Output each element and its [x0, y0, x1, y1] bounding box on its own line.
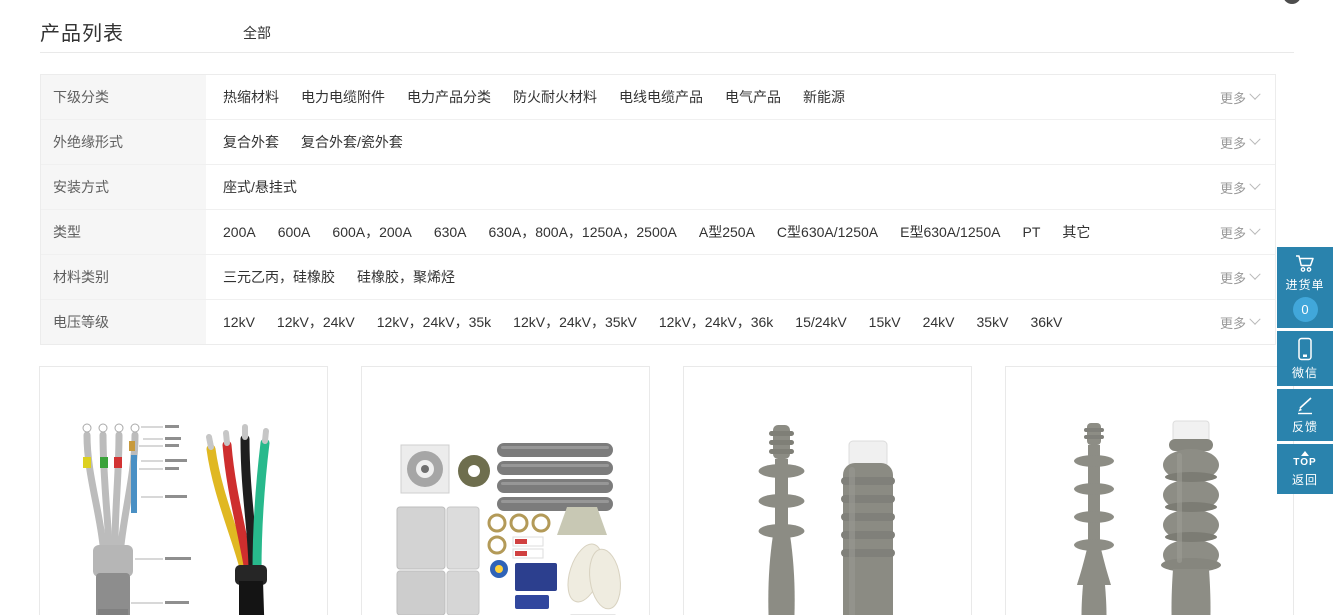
filter-row-mounting: 安装方式 座式/悬挂式 更多 [41, 165, 1275, 210]
top-arrow-icon [1301, 451, 1309, 456]
filter-options: 三元乙丙，硅橡胶 硅橡胶，聚烯烃 [206, 255, 1183, 299]
filter-options: 座式/悬挂式 [206, 165, 1183, 209]
product-card-4[interactable] [1005, 366, 1294, 615]
installation-kit-image [381, 413, 631, 615]
filter-option[interactable]: 电气产品 [725, 87, 781, 107]
filter-option[interactable]: 12kV [223, 314, 255, 330]
more-button[interactable]: 更多 [1183, 75, 1275, 119]
cold-shrink-termination-image [703, 413, 953, 615]
filter-option[interactable]: 630A，800A，1250A，2500A [489, 222, 677, 242]
filter-option[interactable]: 防火耐火材料 [513, 87, 597, 107]
filter-label: 电压等级 [41, 300, 206, 344]
floating-sidebar: 进货单 0 微信 反馈 TOP 返回 [1277, 247, 1333, 494]
more-label: 更多 [1220, 313, 1246, 332]
filter-option[interactable]: 硅橡胶，聚烯烃 [357, 267, 455, 287]
more-label: 更多 [1220, 268, 1246, 287]
filter-option[interactable]: 12kV，24kV，36k [659, 312, 773, 332]
filter-option[interactable]: C型630A/1250A [777, 222, 878, 242]
filter-option[interactable]: 630A [434, 224, 467, 240]
filter-label: 安装方式 [41, 165, 206, 209]
header-divider [40, 52, 1294, 53]
filter-option[interactable]: A型250A [699, 222, 755, 242]
filter-row-material: 材料类别 三元乙丙，硅橡胶 硅橡胶，聚烯烃 更多 [41, 255, 1275, 300]
more-button[interactable]: 更多 [1183, 120, 1275, 164]
cart-button[interactable]: 进货单 0 [1277, 247, 1333, 328]
more-label: 更多 [1220, 133, 1246, 152]
filter-options: 12kV 12kV，24kV 12kV，24kV，35k 12kV，24kV，35kV… [206, 300, 1183, 344]
filter-label: 下级分类 [41, 75, 206, 119]
filter-option[interactable]: 复合外套 [223, 132, 279, 152]
product-grid [39, 366, 1294, 615]
filter-option[interactable]: 复合外套/瓷外套 [301, 132, 403, 152]
filter-option[interactable]: PT [1023, 224, 1041, 240]
filter-label: 材料类别 [41, 255, 206, 299]
filter-row-insulation: 外绝缘形式 复合外套 复合外套/瓷外套 更多 [41, 120, 1275, 165]
filter-row-voltage: 电压等级 12kV 12kV，24kV 12kV，24kV，35k 12kV，24kV… [41, 300, 1275, 344]
more-button[interactable]: 更多 [1183, 255, 1275, 299]
pencil-icon [1295, 395, 1315, 415]
filter-option[interactable]: 其它 [1062, 222, 1090, 242]
chevron-down-icon [1249, 179, 1260, 190]
filter-option[interactable]: 12kV，24kV，35k [377, 312, 491, 332]
filter-option[interactable]: 36kV [1030, 314, 1062, 330]
more-label: 更多 [1220, 178, 1246, 197]
chevron-down-icon [1249, 224, 1260, 235]
filter-option[interactable]: 12kV，24kV [277, 312, 355, 332]
filter-panel: 下级分类 热缩材料 电力电缆附件 电力产品分类 防火耐火材料 电线电缆产品 电气产品 新能源… [40, 74, 1276, 345]
cable-termination-diagram-image [59, 413, 309, 615]
filter-option[interactable]: 电线电缆产品 [619, 87, 703, 107]
filter-option[interactable]: 15/24kV [795, 314, 846, 330]
cold-shrink-termination-b-image [1025, 413, 1275, 615]
more-button[interactable]: 更多 [1183, 210, 1275, 254]
phone-icon [1295, 337, 1315, 361]
more-label: 更多 [1220, 88, 1246, 107]
back-top-button[interactable]: TOP 返回 [1277, 444, 1333, 494]
cart-icon [1294, 254, 1316, 273]
filter-row-type: 类型 200A 600A 600A，200A 630A 630A，800A，1250A，… [41, 210, 1275, 255]
filter-option[interactable]: 座式/悬挂式 [223, 177, 297, 197]
more-label: 更多 [1220, 223, 1246, 242]
wechat-label: 微信 [1292, 364, 1318, 381]
selected-category-tag[interactable]: 全部 [243, 23, 271, 43]
more-button[interactable]: 更多 [1183, 165, 1275, 209]
chevron-down-icon [1249, 89, 1260, 100]
filter-option[interactable]: 三元乙丙，硅橡胶 [223, 267, 335, 287]
filter-option[interactable]: 新能源 [803, 87, 845, 107]
product-card-1[interactable] [39, 366, 328, 615]
top-label: TOP [1293, 457, 1316, 468]
filter-option[interactable]: 600A [278, 224, 311, 240]
filter-option[interactable]: 600A，200A [332, 222, 411, 242]
avatar[interactable] [1283, 0, 1301, 4]
filter-option[interactable]: 电力电缆附件 [301, 87, 385, 107]
filter-option[interactable]: 200A [223, 224, 256, 240]
filter-row-subcategory: 下级分类 热缩材料 电力电缆附件 电力产品分类 防火耐火材料 电线电缆产品 电气产品 新能源… [41, 75, 1275, 120]
back-label: 返回 [1292, 471, 1318, 488]
filter-option[interactable]: 热缩材料 [223, 87, 279, 107]
filter-option[interactable]: 电力产品分类 [407, 87, 491, 107]
product-list-page: 产品列表 全部 下级分类 热缩材料 电力电缆附件 电力产品分类 防火耐火材料 电线电缆产… [0, 0, 1333, 615]
filter-option[interactable]: E型630A/1250A [900, 222, 1000, 242]
product-card-3[interactable] [683, 366, 972, 615]
more-button[interactable]: 更多 [1183, 300, 1275, 344]
filter-label: 类型 [41, 210, 206, 254]
chevron-down-icon [1249, 134, 1260, 145]
wechat-button[interactable]: 微信 [1277, 331, 1333, 386]
feedback-button[interactable]: 反馈 [1277, 389, 1333, 441]
product-card-2[interactable] [361, 366, 650, 615]
cart-label: 进货单 [1285, 276, 1324, 293]
filter-options: 200A 600A 600A，200A 630A 630A，800A，1250A，250… [206, 210, 1183, 254]
filter-option[interactable]: 15kV [869, 314, 901, 330]
filter-option[interactable]: 35kV [977, 314, 1009, 330]
cart-count-badge: 0 [1293, 297, 1318, 322]
page-title: 产品列表 [40, 17, 124, 46]
filter-options: 热缩材料 电力电缆附件 电力产品分类 防火耐火材料 电线电缆产品 电气产品 新能源 [206, 75, 1183, 119]
chevron-down-icon [1249, 269, 1260, 280]
filter-options: 复合外套 复合外套/瓷外套 [206, 120, 1183, 164]
feedback-label: 反馈 [1292, 418, 1318, 435]
chevron-down-icon [1249, 314, 1260, 325]
filter-label: 外绝缘形式 [41, 120, 206, 164]
filter-option[interactable]: 24kV [923, 314, 955, 330]
filter-option[interactable]: 12kV，24kV，35kV [513, 312, 637, 332]
